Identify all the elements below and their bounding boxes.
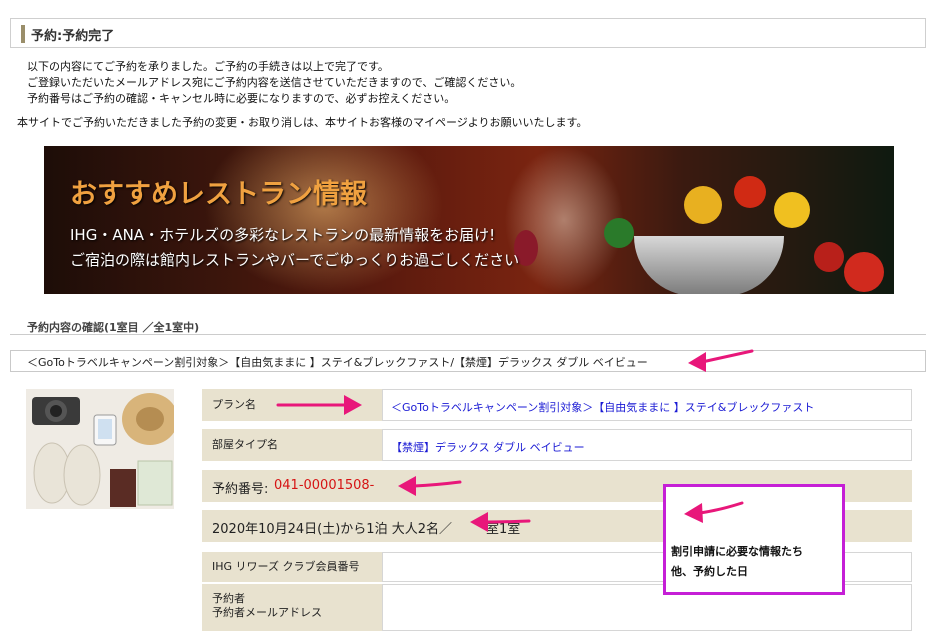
plan-name-row: プラン名 ＜GoToトラベルキャンペーン割引対象＞【自由気ままに 】ステイ&ブレ…: [202, 389, 912, 421]
reservation-number-label: 予約番号:: [212, 482, 269, 497]
room-type-label: 部屋タイプ名: [202, 429, 382, 461]
booker-label: 予約者: [212, 592, 245, 605]
ihg-member-label: IHG リワーズ クラブ会員番号: [202, 552, 382, 582]
stay-info: 2020年10月24日(土)から1泊 大人2名／: [212, 522, 452, 537]
page-title-box: 予約:予約完了: [10, 18, 926, 48]
restaurant-banner[interactable]: おすすめレストラン情報 IHG・ANA・ホテルズの多彩なレストランの最新情報をお…: [44, 146, 894, 294]
plan-name-label: プラン名: [202, 389, 382, 421]
room-type-row: 部屋タイプ名 【禁煙】デラックス ダブル ベイビュー: [202, 429, 912, 461]
section-label: 予約内容の確認(1室目 ／全1室中): [27, 321, 200, 334]
bowl-graphic: [634, 236, 784, 294]
booker-email-label: 予約者メールアドレス: [212, 606, 322, 619]
room-type-link[interactable]: 【禁煙】デラックス ダブル ベイビュー: [391, 439, 585, 455]
banner-title: おすすめレストラン情報: [70, 179, 367, 210]
plan-name-link[interactable]: ＜GoToトラベルキャンペーン割引対象＞【自由気ままに 】ステイ&ブレックファス…: [391, 399, 814, 415]
plan-photo: [26, 389, 174, 509]
plan-header: ＜GoToトラベルキャンペーン割引対象＞【自由気ままに 】ステイ&ブレックファス…: [27, 356, 648, 369]
title-accent-bar: [21, 25, 25, 43]
confirmation-message-2: ご登録いただいたメールアドレス宛にご予約内容を送信させていただきますので、ご確認…: [27, 76, 522, 89]
annotation-line-1: 割引申請に必要な情報たち: [671, 545, 803, 558]
confirmation-message-1: 以下の内容にてご予約を承りました。ご予約の手続きは以上で完了です。: [27, 60, 389, 73]
annotation-line-2: 他、予約した日: [671, 565, 748, 578]
confirmation-message-3: 予約番号はご予約の確認・キャンセル時に必要になりますので、必ずお控えください。: [27, 92, 456, 105]
page-title: 予約:予約完了: [31, 29, 115, 44]
banner-subtitle-1: IHG・ANA・ホテルズの多彩なレストランの最新情報をお届け!: [70, 226, 496, 244]
stay-info-rooms: 室1室: [486, 522, 521, 537]
section-divider: [10, 334, 926, 335]
banner-subtitle-2: ご宿泊の際は館内レストランやバーでごゆっくりお過ごしください: [70, 251, 520, 269]
reservation-number: 041-00001508-: [274, 478, 375, 493]
annotation-box: 割引申請に必要な情報たち 他、予約した日: [663, 484, 845, 595]
plan-header-box: ＜GoToトラベルキャンペーン割引対象＞【自由気ままに 】ステイ&ブレックファス…: [10, 350, 926, 372]
cancellation-notice: 本サイトでご予約いただきました予約の変更・お取り消しは、本サイトお客様のマイペー…: [17, 116, 588, 129]
